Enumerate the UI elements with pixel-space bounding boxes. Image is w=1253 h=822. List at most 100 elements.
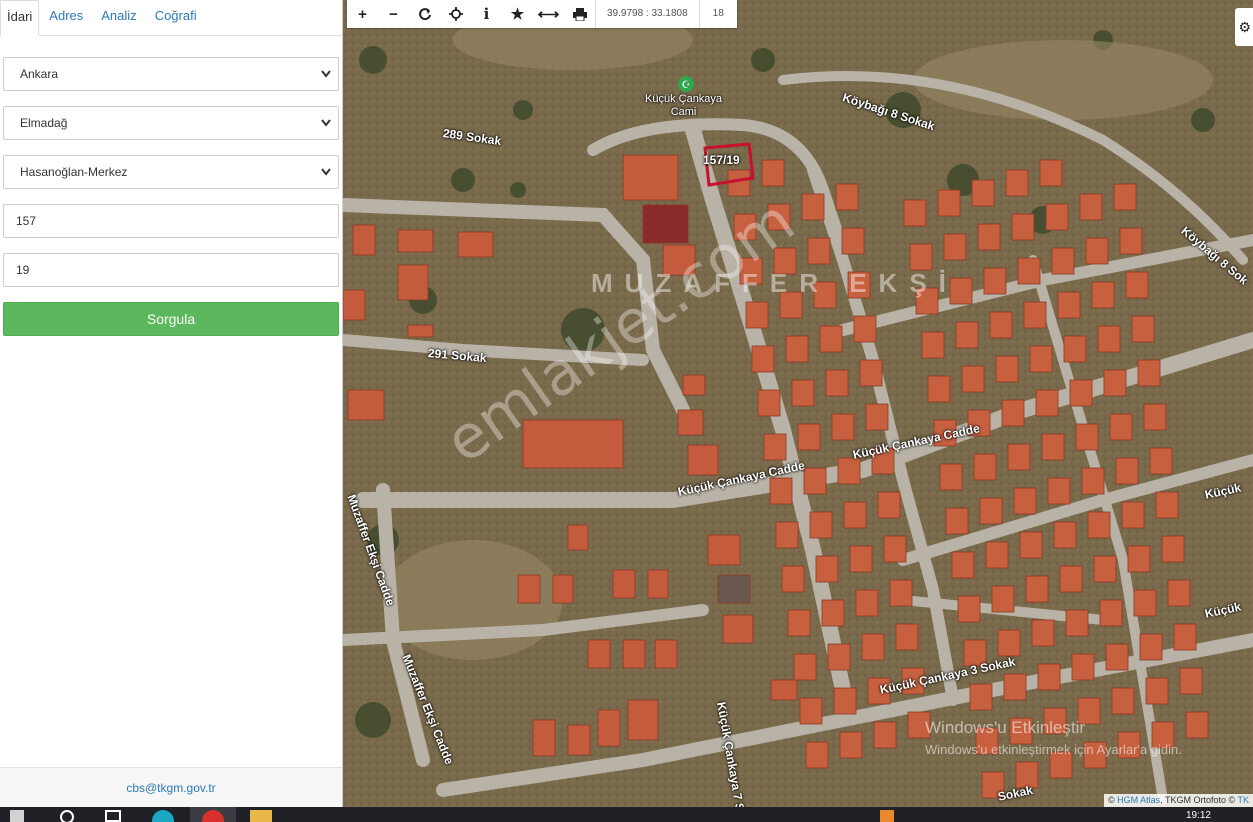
folder-icon[interactable] [250, 810, 272, 822]
house-roof [821, 599, 845, 627]
zoom-out-icon[interactable]: − [378, 0, 409, 28]
house-roof [819, 325, 843, 353]
house-roof [927, 375, 951, 403]
province-select[interactable]: Ankara [3, 57, 339, 91]
contact-email-link[interactable]: cbs@tkgm.gov.tr [0, 767, 342, 807]
coordinate-readout: 39.9798 : 33.1808 [595, 0, 699, 28]
house-roof [989, 311, 1013, 339]
house-roof [763, 433, 787, 461]
house-roof [831, 413, 855, 441]
house-roof [775, 521, 799, 549]
house-roof [1119, 227, 1143, 255]
house-roof [1007, 443, 1031, 471]
house-roof [803, 467, 827, 495]
house-roof [1173, 623, 1197, 651]
house-roof [1039, 159, 1063, 187]
district-select[interactable]: Elmadağ [3, 106, 339, 140]
block-number-input[interactable]: 157 [3, 204, 339, 238]
chevron-down-icon [321, 70, 331, 78]
house-roof [873, 721, 897, 749]
house-roof [995, 355, 1019, 383]
task-view-icon[interactable] [105, 810, 121, 822]
parcel-label: 157/19 [703, 153, 740, 167]
house-roof [865, 403, 889, 431]
house-roof [883, 535, 907, 563]
house-roof [909, 243, 933, 271]
favorite-icon[interactable]: ★ [502, 0, 533, 28]
house-roof [797, 423, 821, 451]
print-icon[interactable] [564, 0, 595, 28]
tray-app-icon[interactable] [880, 810, 894, 822]
refresh-icon[interactable] [409, 0, 440, 28]
house-roof [1111, 687, 1135, 715]
locate-icon[interactable] [440, 0, 471, 28]
province-value: Ankara [20, 67, 59, 81]
house-roof [1041, 433, 1065, 461]
house-roof [937, 189, 961, 217]
start-icon[interactable] [10, 810, 24, 822]
house-roof [791, 379, 815, 407]
house-roof [983, 267, 1007, 295]
house-roof [903, 199, 927, 227]
house-roof [781, 565, 805, 593]
poi-name: Küçük Çankaya [645, 93, 723, 105]
house-roof [1185, 711, 1209, 739]
svg-text:☪: ☪ [682, 80, 691, 91]
zoom-in-icon[interactable]: + [347, 0, 378, 28]
house-roof [1093, 555, 1117, 583]
house-roof [805, 741, 829, 769]
house-roof [1065, 609, 1089, 637]
house-roof [973, 453, 997, 481]
tab-adres[interactable]: Adres [49, 0, 83, 36]
house-roof [1105, 643, 1129, 671]
house-roof [825, 369, 849, 397]
house-roof [835, 183, 859, 211]
house-roof [827, 643, 851, 671]
measure-icon[interactable]: ⟷ [533, 0, 564, 28]
house-roof [1121, 501, 1145, 529]
attribution-text: , TKGM Ortofoto © [1160, 795, 1236, 805]
hgm-atlas-link[interactable]: HGM Atlas [1117, 795, 1160, 805]
search-icon[interactable] [60, 810, 74, 822]
house-roof [1037, 663, 1061, 691]
tk-link[interactable]: TK [1237, 795, 1249, 805]
query-button[interactable]: Sorgula [3, 302, 339, 336]
browser-icon[interactable] [152, 810, 174, 822]
house-roof [1025, 575, 1049, 603]
house-roof [1179, 667, 1203, 695]
house-roof [1133, 589, 1157, 617]
house-roof [1071, 653, 1095, 681]
neighborhood-select[interactable]: Hasanoğlan-Merkez [3, 155, 339, 189]
chrome-taskbar-button[interactable] [190, 807, 236, 822]
house-roof [1005, 169, 1029, 197]
house-roof [979, 497, 1003, 525]
settings-gear-icon[interactable]: ⚙ [1235, 8, 1253, 46]
house-roof [801, 193, 825, 221]
poi-type: Cami [670, 106, 697, 118]
house-roof [1051, 247, 1075, 275]
house-roof [1091, 281, 1115, 309]
activation-title: Windows'u Etkinleştir [925, 718, 1086, 737]
house-roof [727, 169, 751, 197]
house-roof [787, 609, 811, 637]
zoom-level-readout: 18 [698, 0, 737, 28]
house-roof [1149, 447, 1173, 475]
parcel-number-input[interactable]: 19 [3, 253, 339, 287]
tab-analiz[interactable]: Analiz [101, 0, 136, 36]
house-roof [921, 331, 945, 359]
chevron-down-icon [321, 119, 331, 127]
tab-idari[interactable]: İdari [0, 0, 40, 36]
house-roof [1103, 369, 1127, 397]
query-sidebar: İdari Adres Analiz Coğrafi Ankara Elmada… [0, 0, 343, 807]
house-roof [951, 551, 975, 579]
map-view[interactable]: ☪ Küçük Çankaya Cami 289 Sokak Köybağı 8… [343, 0, 1253, 807]
clock[interactable]: 19:12 [1186, 810, 1211, 821]
tab-cografi[interactable]: Coğrafi [155, 0, 197, 36]
windows-activation-notice: Windows'u Etkinleştir Windows'u etkinleş… [925, 718, 1182, 757]
house-roof [1017, 257, 1041, 285]
house-roof [1003, 673, 1027, 701]
house-roof [843, 501, 867, 529]
map-attribution: © HGM Atlas, TKGM Ortofoto © TK [1103, 794, 1253, 807]
info-icon[interactable]: i [471, 0, 502, 28]
house-roof [943, 233, 967, 261]
